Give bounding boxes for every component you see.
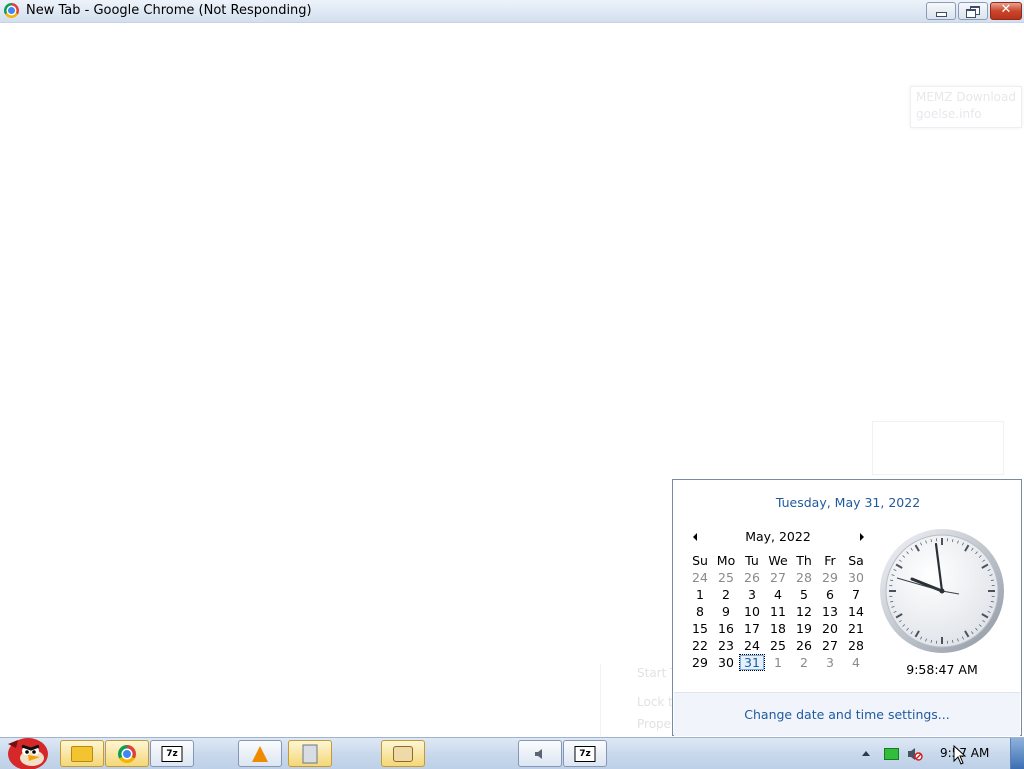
speaker-icon: [533, 747, 547, 761]
calendar-day[interactable]: 9: [713, 603, 739, 620]
calendar-day[interactable]: 8: [687, 603, 713, 620]
calendar-day[interactable]: 28: [843, 637, 869, 654]
show-hidden-icons-icon[interactable]: [862, 751, 870, 756]
menu-item: Prope: [637, 717, 671, 731]
weekday-header: Su: [687, 552, 713, 569]
calendar-day[interactable]: 25: [713, 569, 739, 586]
minimize-button[interactable]: [926, 2, 956, 20]
calendar-day[interactable]: 23: [713, 637, 739, 654]
calendar-day[interactable]: 11: [765, 603, 791, 620]
taskbar-folder-button[interactable]: [60, 740, 104, 767]
calendar-day[interactable]: 28: [791, 569, 817, 586]
taskbar-7zip-button[interactable]: 7z: [150, 740, 194, 767]
faded-panel: [872, 421, 1004, 475]
taskbar-calculator-button[interactable]: [288, 740, 332, 767]
analog-clock: [879, 528, 1005, 654]
calendar-day[interactable]: 1: [687, 586, 713, 603]
calendar-day[interactable]: 18: [765, 620, 791, 637]
calendar-flyout: Tuesday, May 31, 2022 May, 2022 Su Mo Tu…: [672, 479, 1022, 736]
next-month-icon[interactable]: [860, 533, 864, 541]
calendar-day[interactable]: 15: [687, 620, 713, 637]
month-title[interactable]: May, 2022: [701, 529, 855, 544]
taskbar: 7z 7z 9:57 AM: [0, 737, 1024, 769]
taskbar-7zip-button-2[interactable]: 7z: [563, 740, 607, 767]
calendar-day[interactable]: 26: [791, 637, 817, 654]
faded-notification: MEMZ Download goelse.info: [910, 86, 1022, 128]
calendar-day[interactable]: 6: [817, 586, 843, 603]
calculator-icon: [303, 744, 318, 763]
weekday-header: Tu: [739, 552, 765, 569]
calendar-day[interactable]: 24: [739, 637, 765, 654]
calendar-day[interactable]: 20: [817, 620, 843, 637]
calendar-day[interactable]: 1: [765, 654, 791, 671]
volume-muted-icon[interactable]: [907, 747, 923, 761]
window-titlebar[interactable]: New Tab - Google Chrome (Not Responding)…: [0, 0, 1024, 23]
close-button[interactable]: ✕: [990, 2, 1022, 20]
calendar-day[interactable]: 30: [713, 654, 739, 671]
window-title: New Tab - Google Chrome (Not Responding): [26, 3, 312, 18]
calendar-day[interactable]: 2: [713, 586, 739, 603]
taskbar-paint-button[interactable]: [381, 740, 425, 767]
taskbar-vlc-button[interactable]: [238, 740, 282, 767]
calendar-day[interactable]: 21: [843, 620, 869, 637]
notification-line: MEMZ Download: [916, 90, 1016, 104]
start-button[interactable]: [2, 732, 52, 769]
calendar-grid: Su Mo Tu We Th Fr Sa 24 25 26 27 28 29 3…: [687, 552, 869, 671]
7zip-icon: 7z: [575, 746, 596, 762]
calendar-day[interactable]: 13: [817, 603, 843, 620]
calendar-day[interactable]: 14: [843, 603, 869, 620]
weekday-header: We: [765, 552, 791, 569]
calendar-day[interactable]: 27: [817, 637, 843, 654]
calendar-day[interactable]: 4: [765, 586, 791, 603]
calendar-day[interactable]: 7: [843, 586, 869, 603]
long-date-link[interactable]: Tuesday, May 31, 2022: [673, 495, 1023, 510]
weekday-header: Fr: [817, 552, 843, 569]
calendar-day[interactable]: 30: [843, 569, 869, 586]
calendar-day[interactable]: 22: [687, 637, 713, 654]
weekday-header: Mo: [713, 552, 739, 569]
calendar-day[interactable]: 29: [687, 654, 713, 671]
calendar-day[interactable]: 26: [739, 569, 765, 586]
7zip-icon: 7z: [162, 746, 183, 762]
restore-button[interactable]: [958, 2, 988, 20]
notification-line: goelse.info: [916, 107, 982, 121]
flyout-footer: Change date and time settings...: [674, 692, 1020, 736]
calendar-day[interactable]: 3: [817, 654, 843, 671]
weekday-header: Sa: [843, 552, 869, 569]
calendar-day[interactable]: 12: [791, 603, 817, 620]
clock-time: 9:58:47 AM: [879, 662, 1005, 677]
mouse-cursor-icon: [953, 745, 967, 765]
calendar-day[interactable]: 5: [791, 586, 817, 603]
menu-item: Lock t: [637, 695, 673, 709]
chrome-icon: [118, 745, 136, 763]
weekday-header: Th: [791, 552, 817, 569]
calendar-day[interactable]: 4: [843, 654, 869, 671]
change-date-time-settings-link[interactable]: Change date and time settings...: [674, 707, 1020, 722]
calendar-day[interactable]: 16: [713, 620, 739, 637]
calendar-day[interactable]: 29: [817, 569, 843, 586]
calendar-day[interactable]: 2: [791, 654, 817, 671]
taskbar-volume-button[interactable]: [518, 740, 562, 767]
calendar-day[interactable]: 10: [739, 603, 765, 620]
paint-icon: [393, 746, 413, 762]
show-desktop-button[interactable]: [1010, 738, 1024, 769]
vlc-icon: [252, 746, 268, 762]
faded-context-menu: Start T Lock t Prope: [600, 664, 671, 736]
calendar-day[interactable]: 24: [687, 569, 713, 586]
calendar-day[interactable]: 17: [739, 620, 765, 637]
folder-icon: [71, 746, 93, 762]
chrome-icon: [4, 3, 19, 18]
previous-month-icon[interactable]: [693, 533, 697, 541]
calendar-day[interactable]: 25: [765, 637, 791, 654]
taskbar-chrome-button[interactable]: [105, 740, 149, 767]
calendar-day-today[interactable]: 31: [739, 654, 765, 671]
calendar-day[interactable]: 3: [739, 586, 765, 603]
calendar-day[interactable]: 19: [791, 620, 817, 637]
calendar-day[interactable]: 27: [765, 569, 791, 586]
close-icon: ✕: [991, 2, 1021, 17]
network-icon[interactable]: [884, 748, 899, 760]
